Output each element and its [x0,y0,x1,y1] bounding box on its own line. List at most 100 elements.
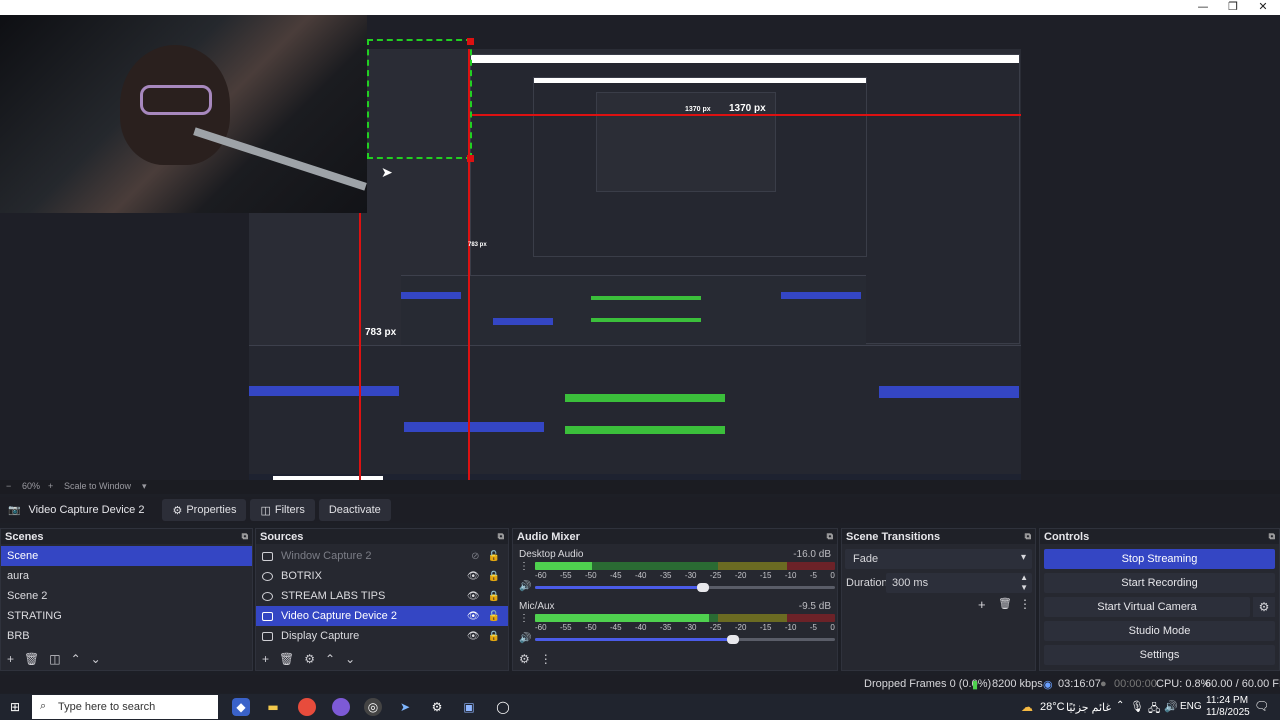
speaker-icon[interactable]: 🔊 [519,581,531,592]
duration-input[interactable]: 300 ms ▲ ▼ [886,573,1032,593]
scene-item[interactable]: Scene [1,546,252,566]
steam-icon[interactable]: ➤ [396,698,414,716]
maximize-button[interactable]: ❐ [1218,0,1248,15]
lock-icon[interactable]: 🔒 [488,591,500,602]
clock-time[interactable]: 11:24 PM [1206,695,1248,706]
settings-button[interactable]: Settings [1044,645,1275,665]
unlock-icon[interactable]: 🔓 [488,551,500,562]
kebab-menu-icon[interactable]: ⋮ [540,652,552,666]
source-name: Video Capture Device 2 [281,610,397,622]
popout-icon[interactable]: ⧉ [1025,531,1031,542]
resize-handle[interactable] [467,155,474,162]
source-item[interactable]: STREAM LABS TIPS 👁 🔒 [256,586,508,606]
gear-icon[interactable]: ⚙ [304,652,315,666]
add-icon[interactable]: + [262,652,269,666]
scene-item[interactable]: BRB [1,626,252,646]
source-item[interactable]: Window Capture 2 ⊘ 🔓 [256,546,508,566]
eye-hidden-icon[interactable]: ⊘ [471,551,479,562]
network-icon[interactable]: 🖧 [1148,700,1160,719]
chevron-up-icon[interactable]: ⌃ [71,652,81,666]
webcam-overlay[interactable] [0,15,367,213]
resize-handle[interactable] [467,38,474,45]
eye-icon[interactable]: 👁 [467,571,480,582]
kebab-menu-icon[interactable]: ⋮ [519,561,529,572]
volume-meter [535,614,835,622]
notification-icon[interactable]: 🗨 [1254,699,1269,713]
lock-icon[interactable]: 🔒 [488,631,500,642]
filters-button[interactable]: ◫ Filters [250,499,315,521]
deactivate-button[interactable]: Deactivate [318,499,391,521]
app-window-icon[interactable]: ▣ [460,698,478,716]
clock-date[interactable]: 11/8/2025 [1206,707,1250,718]
source-item[interactable]: BOTRIX 👁 🔒 [256,566,508,586]
studio-mode-button[interactable]: Studio Mode [1044,621,1275,641]
source-item[interactable]: Video Capture Device 2 👁 🔓 [256,606,508,626]
add-icon[interactable]: + [978,597,986,612]
spin-up-icon[interactable]: ▲ [1020,573,1028,582]
volume-slider[interactable] [535,635,835,644]
app-circle-icon[interactable]: ◯ [494,698,512,716]
filter-icon: ◫ [260,504,271,517]
meter-tick-label: -50 [584,623,597,632]
zoom-mode[interactable]: Scale to Window [64,481,131,491]
folder-icon[interactable]: ▬ [264,698,282,716]
scene-item[interactable]: aura [1,566,252,586]
speaker-icon[interactable]: 🔊 [519,633,531,644]
volume-slider-thumb[interactable] [727,635,739,644]
language-indicator[interactable]: ENG [1180,701,1202,712]
popout-icon[interactable]: ⧉ [1269,531,1275,542]
eye-icon[interactable]: 👁 [467,631,480,642]
chrome-icon[interactable] [298,698,316,716]
popout-icon[interactable]: ⧉ [242,531,248,542]
start-recording-button[interactable]: Start Recording [1044,573,1275,593]
transition-select[interactable]: Fade ▾ [845,549,1032,569]
lock-icon[interactable]: 🔒 [488,571,500,582]
kebab-menu-icon[interactable]: ⋮ [519,613,529,624]
volume-icon[interactable]: 🔊 [1164,700,1178,713]
tray-chevron-icon[interactable]: ⌃ [1116,700,1124,711]
filter-icon[interactable]: ◫ [49,652,60,666]
kebab-menu-icon[interactable]: ⋮ [1019,597,1031,611]
app-icon[interactable] [332,698,350,716]
trash-icon[interactable]: 🗑 [279,652,294,666]
zoom-minus-button[interactable]: − [6,481,11,491]
gear-icon[interactable]: ⚙ [1253,597,1275,617]
source-item[interactable]: Display Capture 👁 🔒 [256,626,508,646]
popout-icon[interactable]: ⧉ [827,531,833,542]
globe-icon [262,571,273,581]
scene-item[interactable]: Scene 2 [1,586,252,606]
copilot-icon[interactable]: ◆ [232,698,250,716]
unlock-icon[interactable]: 🔓 [488,611,500,622]
windows-start-icon[interactable]: ⊞ [6,698,24,716]
chevron-down-icon[interactable]: ▾ [142,481,147,492]
meter-tick-label: 0 [830,623,835,632]
record-time: 00:00:00 [1114,678,1157,690]
zoom-plus-button[interactable]: + [48,481,53,491]
chevron-down-icon[interactable]: ⌄ [345,652,355,666]
volume-slider-thumb[interactable] [697,583,709,592]
trash-icon[interactable]: 🗑 [24,652,39,666]
close-button[interactable]: ✕ [1248,0,1278,15]
popout-icon[interactable]: ⧉ [498,531,504,542]
taskbar-search[interactable]: ⌕ Type here to search [32,695,218,719]
eye-icon[interactable]: 👁 [467,591,480,602]
chevron-up-icon[interactable]: ⌃ [325,652,335,666]
trash-icon[interactable]: 🗑 [998,597,1012,610]
eye-icon[interactable]: 👁 [467,611,480,622]
volume-slider[interactable] [535,583,835,592]
settings-gear-icon[interactable]: ⚙ [428,698,446,716]
chevron-down-icon[interactable]: ⌄ [91,652,101,666]
selection-box[interactable] [367,39,472,159]
minimize-button[interactable]: — [1188,0,1218,15]
add-icon[interactable]: + [7,652,14,666]
scene-item[interactable]: STRATING [1,606,252,626]
spin-down-icon[interactable]: ▼ [1020,583,1028,592]
preview-area[interactable]: 1370 px 783 px 1370 px 783 px ➤ [0,15,1280,491]
gear-icon[interactable]: ⚙ [519,652,530,666]
stop-streaming-button[interactable]: Stop Streaming [1044,549,1275,569]
obs-icon[interactable]: ◎ [364,698,382,716]
zoom-level: 60% [22,481,41,491]
properties-button[interactable]: ⚙ Properties [162,499,247,521]
start-virtual-camera-button[interactable]: Start Virtual Camera [1044,597,1250,617]
sources-dock: Sources ⧉ Window Capture 2 ⊘ 🔓 BOTRIX 👁 🔒 S… [255,528,509,671]
